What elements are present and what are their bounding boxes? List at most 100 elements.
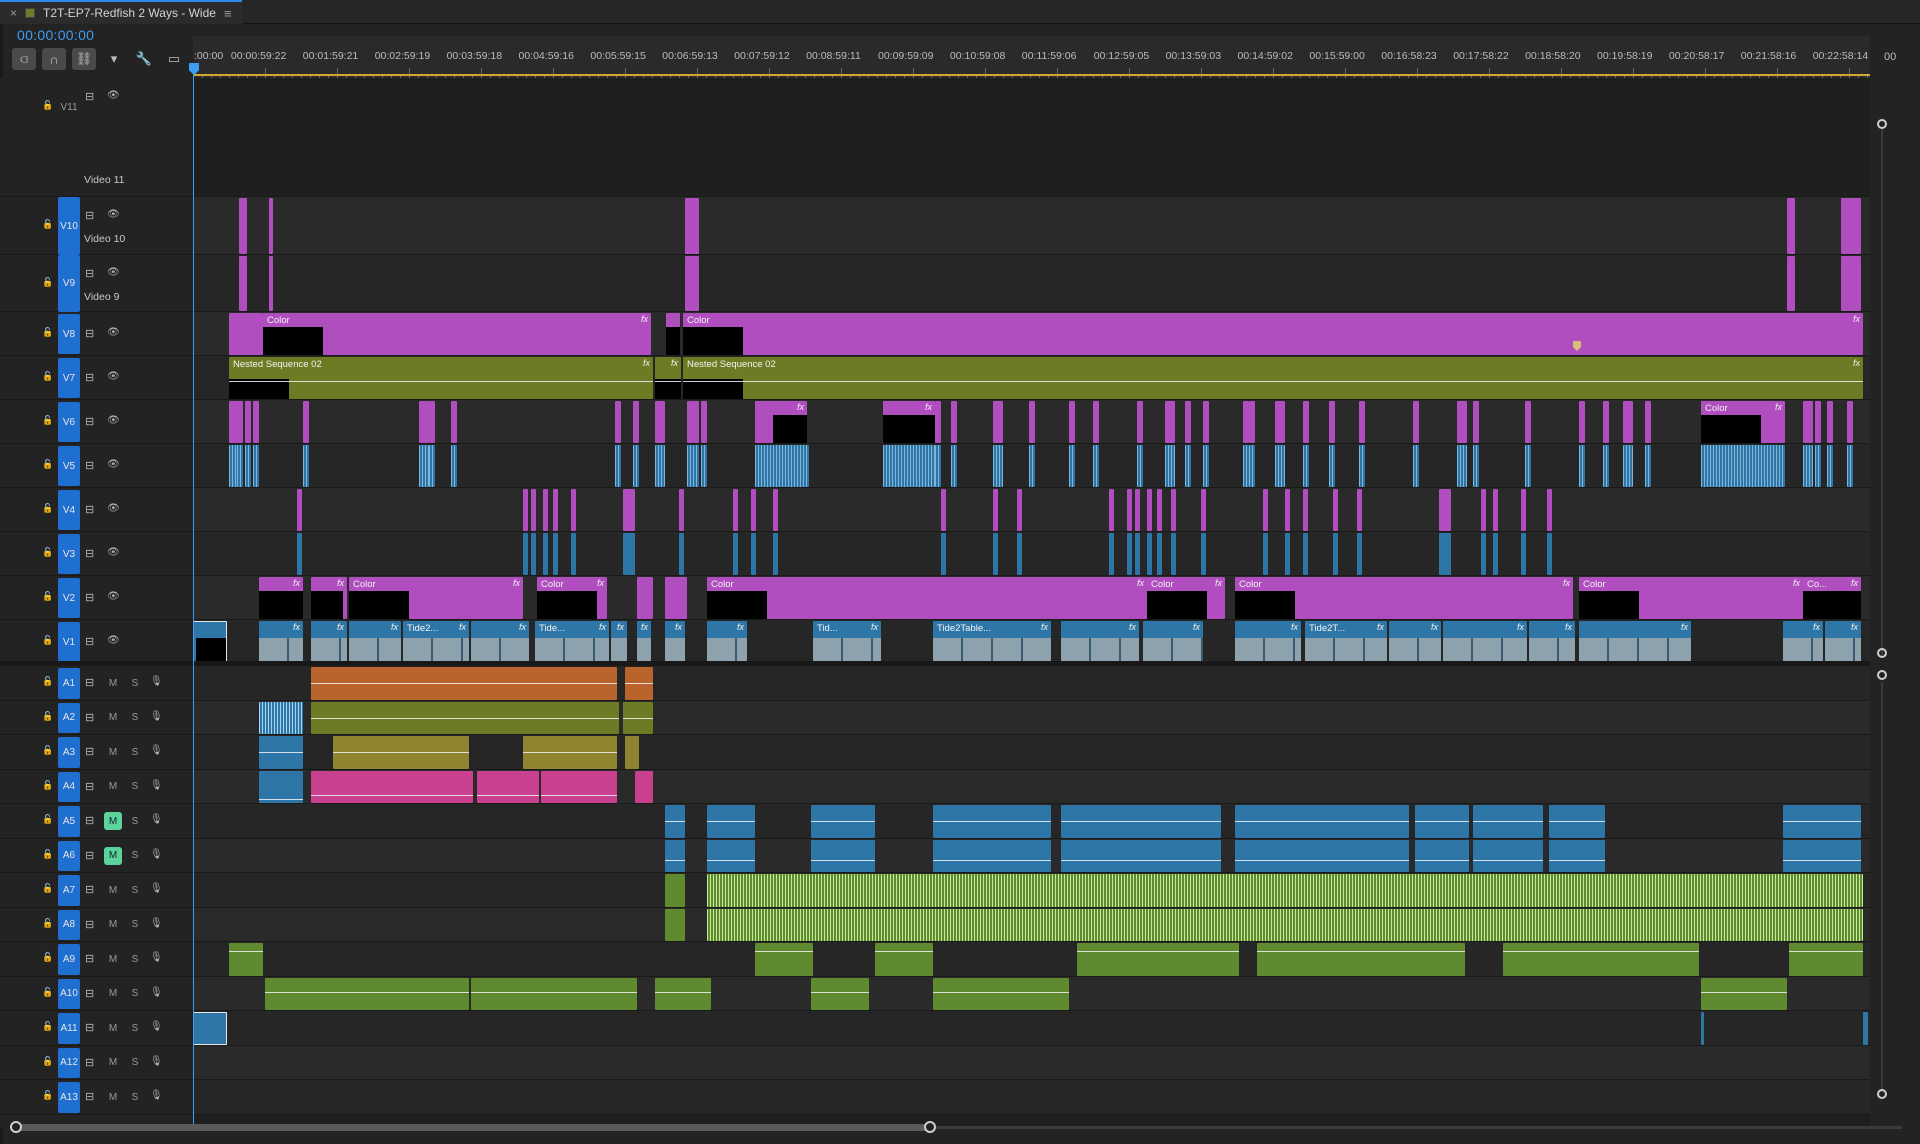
clip[interactable] [1303, 533, 1308, 575]
clip[interactable] [941, 489, 946, 531]
lock-icon[interactable]: 🔓 [42, 635, 53, 646]
audio-clip[interactable] [259, 770, 303, 803]
track-target-a8[interactable]: A8 [58, 909, 80, 940]
clip[interactable] [1457, 445, 1467, 487]
toggle-sync-lock-icon[interactable]: ⊟ [85, 547, 94, 560]
toggle-sync-lock-icon[interactable]: ⊟ [85, 371, 94, 384]
tab-menu-icon[interactable]: ≡ [224, 6, 232, 21]
clip[interactable] [1285, 489, 1290, 531]
clip[interactable] [1093, 445, 1099, 487]
clip[interactable] [1333, 533, 1338, 575]
clip[interactable] [1147, 533, 1152, 575]
clip[interactable] [1171, 489, 1176, 531]
clip[interactable] [993, 401, 1003, 443]
color-clip[interactable]: Color fx [263, 313, 651, 355]
hscroll-right-handle[interactable] [924, 1121, 936, 1133]
footage-clip[interactable]: fx [349, 621, 401, 663]
captions-icon[interactable]: ▭ [162, 48, 186, 70]
toggle-sync-lock-icon[interactable]: ⊟ [85, 1056, 94, 1069]
clip[interactable] [1109, 489, 1114, 531]
audio-clip[interactable] [635, 770, 653, 803]
toggle-sync-lock-icon[interactable]: ⊟ [85, 745, 94, 758]
clip[interactable] [633, 445, 639, 487]
footage-clip[interactable]: fx [1783, 621, 1823, 663]
clip[interactable] [655, 401, 665, 443]
video-scroll-track[interactable] [1881, 128, 1883, 656]
track-target-v5[interactable]: V5 [58, 446, 80, 486]
clip[interactable] [1413, 401, 1419, 443]
toggle-sync-lock-icon[interactable]: ⊟ [85, 415, 94, 428]
microphone-icon[interactable]: 🎙 [150, 1056, 163, 1067]
mute-button[interactable]: M [104, 846, 122, 865]
clip[interactable] [679, 533, 684, 575]
eye-icon[interactable]: 👁 [107, 90, 120, 101]
audio-clip[interactable] [1077, 943, 1239, 976]
clip[interactable] [1249, 445, 1255, 487]
video-audio-divider[interactable] [0, 661, 1870, 666]
track-target-a4[interactable]: A4 [58, 771, 80, 802]
clip[interactable] [269, 256, 273, 311]
lane-v3[interactable] [193, 532, 1870, 576]
lock-icon[interactable]: 🔓 [42, 745, 53, 756]
clip[interactable] [429, 445, 435, 487]
clip[interactable] [1185, 445, 1191, 487]
clip[interactable] [1645, 401, 1651, 443]
mute-button[interactable]: M [104, 778, 122, 796]
audio-clip[interactable] [625, 667, 653, 700]
audio-clip[interactable] [333, 736, 469, 769]
clip[interactable] [1201, 489, 1206, 531]
add-marker-icon[interactable]: ▾ [102, 48, 126, 70]
solo-button[interactable]: S [126, 812, 144, 830]
eye-icon[interactable]: 👁 [107, 503, 120, 514]
video-scroll-bottom-handle[interactable] [1877, 648, 1887, 658]
audio-clip[interactable] [933, 839, 1051, 872]
clip[interactable] [1547, 489, 1552, 531]
track-target-v10[interactable]: V10 [58, 197, 80, 255]
clip[interactable] [993, 489, 998, 531]
clip[interactable] [1185, 401, 1191, 443]
track-target-a1[interactable]: A1 [58, 668, 80, 699]
microphone-icon[interactable]: 🎙 [150, 952, 163, 963]
microphone-icon[interactable]: 🎙 [150, 883, 163, 894]
lane-v10[interactable] [193, 197, 1870, 255]
microphone-icon[interactable]: 🎙 [150, 780, 163, 791]
audio-clip[interactable] [1415, 805, 1469, 838]
clip[interactable] [303, 401, 309, 443]
audio-clip[interactable] [665, 908, 685, 941]
lane-a11[interactable] [193, 1011, 1870, 1046]
track-target-a2[interactable]: A2 [58, 702, 80, 733]
clip[interactable] [941, 533, 946, 575]
playhead-timecode[interactable]: 00:00:00:00 [17, 27, 94, 43]
clip[interactable] [1303, 401, 1309, 443]
audio-clip[interactable] [1061, 839, 1221, 872]
clip[interactable] [1701, 445, 1785, 487]
video-scroll-top-handle[interactable] [1877, 119, 1887, 129]
clip[interactable] [633, 401, 639, 443]
track-target-a7[interactable]: A7 [58, 875, 80, 906]
audio-clip[interactable] [1235, 805, 1409, 838]
clip[interactable] [1645, 445, 1651, 487]
clip[interactable] [1357, 533, 1362, 575]
clip[interactable] [1109, 533, 1114, 575]
audio-clip[interactable] [1783, 805, 1861, 838]
audio-clip[interactable] [1863, 1012, 1868, 1045]
toggle-sync-lock-icon[interactable]: ⊟ [85, 987, 94, 1000]
footage-clip[interactable]: Tide2... fx [403, 621, 469, 663]
clip[interactable] [419, 401, 429, 443]
audio-clip[interactable] [1257, 943, 1465, 976]
audio-clip[interactable] [1235, 839, 1409, 872]
toggle-sync-lock-icon[interactable]: ⊟ [85, 90, 94, 103]
lock-icon[interactable]: 🔓 [42, 1056, 53, 1067]
clip[interactable] [1275, 401, 1285, 443]
lock-icon[interactable]: 🔓 [42, 459, 53, 470]
lane-v11[interactable] [193, 78, 1870, 197]
solo-button[interactable]: S [126, 1054, 144, 1072]
clip[interactable] [1787, 256, 1795, 311]
mute-button[interactable]: M [104, 743, 122, 761]
clip[interactable] [531, 533, 536, 575]
clip[interactable] [733, 489, 738, 531]
clip[interactable] [1827, 445, 1833, 487]
clip[interactable] [935, 445, 941, 487]
audio-clip[interactable] [933, 805, 1051, 838]
audio-clip[interactable] [707, 839, 755, 872]
